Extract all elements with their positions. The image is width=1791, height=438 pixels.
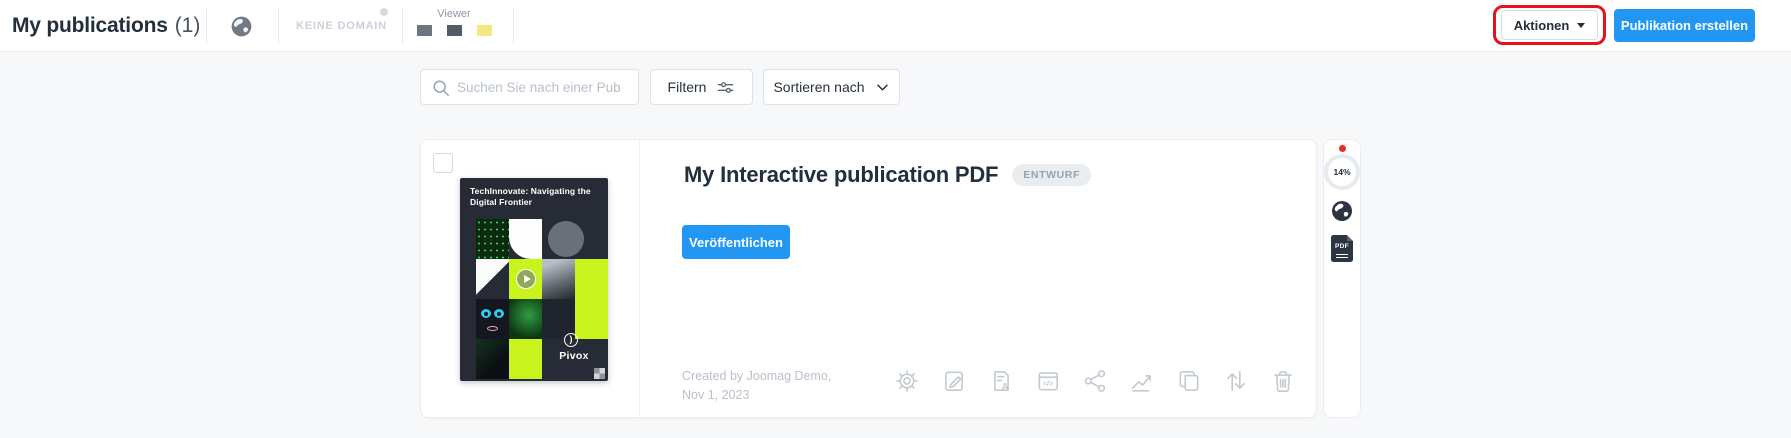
pdf-format-label: PDF <box>1331 243 1353 250</box>
cover-cell-lime <box>575 259 608 339</box>
cover-title: TechInnovate: Navigating the Digital Fro… <box>470 186 600 208</box>
settings-icon[interactable] <box>894 368 920 394</box>
cover-cell-fold <box>476 259 509 299</box>
divider <box>639 140 640 417</box>
viewer-swatches <box>413 25 495 36</box>
domain-status-dot <box>380 8 388 16</box>
pdf-format-icon[interactable]: PDF <box>1331 235 1353 262</box>
robot-mouth <box>487 326 498 331</box>
actions-button[interactable]: Aktionen <box>1501 10 1598 40</box>
share-icon[interactable] <box>1082 368 1108 394</box>
create-publication-button[interactable]: Publikation erstellen <box>1614 9 1755 42</box>
cover-cell-white-shape <box>509 219 542 259</box>
robot-eye <box>494 309 504 318</box>
cover-cell-robot <box>476 299 509 339</box>
page-title-text: My publications <box>12 14 168 38</box>
transfer-icon[interactable] <box>1223 368 1249 394</box>
web-globe-icon[interactable] <box>1330 199 1354 223</box>
embed-icon[interactable]: </> <box>1035 368 1061 394</box>
search-box <box>420 69 639 105</box>
duplicate-icon[interactable] <box>1176 368 1202 394</box>
divider <box>206 8 207 44</box>
publications-count: (1) <box>175 14 201 38</box>
pdf-line <box>1336 257 1348 259</box>
svg-text:</>: </> <box>1043 381 1053 388</box>
viewer-label: Viewer <box>413 8 495 20</box>
cover-cell-green-photo <box>509 299 542 339</box>
filter-button-label: Filtern <box>668 79 707 95</box>
notification-dot <box>1339 145 1346 152</box>
pdf-line <box>1336 254 1348 256</box>
cover-cell-photo <box>542 259 575 299</box>
search-icon <box>432 79 450 97</box>
completion-progress-ring[interactable]: 14% <box>1324 154 1360 190</box>
select-checkbox[interactable] <box>433 153 453 173</box>
caret-down-icon <box>1577 23 1585 28</box>
svg-text:A: A <box>1002 382 1009 393</box>
filter-sliders-icon <box>716 78 735 97</box>
edit-icon[interactable] <box>941 368 967 394</box>
brand-logo-icon: ) <box>564 333 578 347</box>
cover-cell-lime <box>509 339 542 379</box>
cover-cell-video <box>509 259 542 299</box>
completion-progress-value: 14% <box>1333 167 1350 177</box>
play-icon <box>516 269 536 289</box>
chevron-down-icon <box>875 80 890 95</box>
sort-button-label: Sortieren nach <box>773 79 864 95</box>
cover-cell-matrix <box>476 219 509 259</box>
filter-button[interactable]: Filtern <box>650 69 753 105</box>
rename-icon[interactable]: A <box>988 368 1014 394</box>
actions-button-label: Aktionen <box>1514 18 1570 33</box>
top-header: My publications (1) KEINE DOMAIN Viewer … <box>0 0 1791 52</box>
status-badge: ENTWURF <box>1012 164 1091 186</box>
page-title: My publications (1) <box>12 0 200 52</box>
publications-page: My publications (1) KEINE DOMAIN Viewer … <box>0 0 1791 438</box>
delete-icon[interactable] <box>1270 368 1296 394</box>
robot-eye <box>481 309 491 318</box>
brand-name: Pivox <box>554 350 594 362</box>
card-action-row: A </> <box>894 368 1296 394</box>
publication-card: TechInnovate: Navigating the Digital Fro… <box>420 139 1317 418</box>
sort-button[interactable]: Sortieren nach <box>763 69 900 105</box>
publish-button[interactable]: Veröffentlichen <box>682 225 790 259</box>
cover-cell-photo-dark <box>476 339 509 379</box>
cover-cell-circle <box>548 221 584 257</box>
publication-title[interactable]: My Interactive publication PDF <box>684 162 998 188</box>
stats-icon[interactable] <box>1129 368 1155 394</box>
search-input[interactable] <box>457 71 635 103</box>
created-by-text: Created by Joomag Demo, Nov 1, 2023 <box>682 367 844 406</box>
globe-icon[interactable] <box>229 14 254 39</box>
divider <box>402 8 403 44</box>
publication-cover-thumbnail[interactable]: TechInnovate: Navigating the Digital Fro… <box>460 178 608 381</box>
qr-code <box>594 368 605 379</box>
divider <box>278 8 279 44</box>
divider <box>513 8 514 44</box>
no-domain-label[interactable]: KEINE DOMAIN <box>296 20 387 32</box>
viewer-theme-widget[interactable]: Viewer <box>413 0 495 52</box>
page-fold <box>1347 235 1353 241</box>
publication-side-strip: 14% PDF <box>1323 139 1361 418</box>
